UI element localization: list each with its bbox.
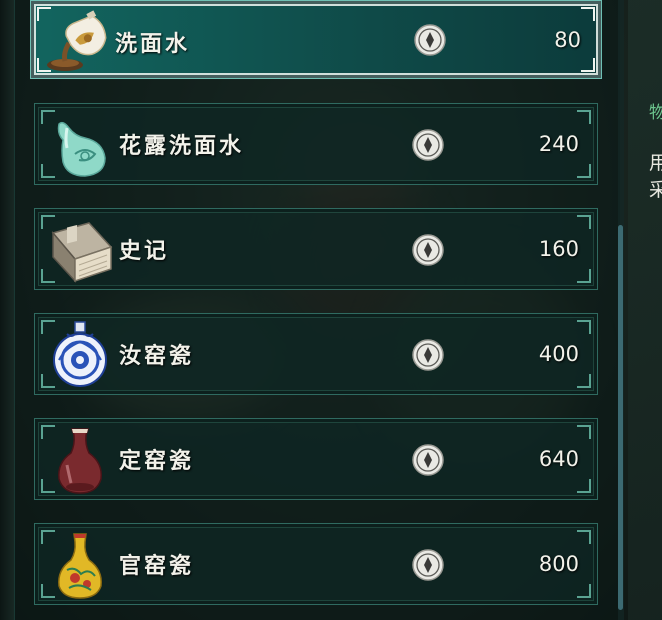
detail-text-line-1: 用 (649, 152, 662, 174)
item-price: 160 (538, 237, 579, 261)
frame-corner (577, 479, 591, 493)
frame-corner (577, 215, 591, 229)
frame-corner (577, 110, 591, 124)
blue-white-flask-icon (53, 321, 107, 387)
item-price: 640 (538, 447, 579, 471)
detail-text-line-2: 采 (649, 179, 662, 201)
scrollbar-thumb[interactable] (618, 225, 623, 610)
shop-item-selected[interactable]: 洗面水 80 (30, 0, 602, 79)
copper-coin-icon (412, 549, 444, 581)
copper-coin-icon (412, 444, 444, 476)
red-vase-icon (58, 428, 102, 494)
item-price: 240 (538, 132, 579, 156)
item-name: 史记 (119, 239, 170, 264)
detail-label: 物 (649, 103, 662, 123)
wash-water-pitcher-icon (47, 10, 107, 71)
frame-corner (577, 425, 591, 439)
copper-coin-icon (412, 339, 444, 371)
item-price: 400 (538, 342, 579, 366)
shop-item[interactable]: 定窑瓷 640 (34, 418, 598, 500)
shop-item[interactable]: 史记 160 (34, 208, 598, 290)
item-name: 花露洗面水 (119, 134, 245, 159)
frame-corner (577, 164, 591, 178)
yellow-vase-icon (58, 533, 102, 599)
window-left-edge (0, 0, 15, 620)
item-name: 洗面水 (115, 32, 191, 57)
book-icon (51, 222, 113, 283)
frame-corner (577, 530, 591, 544)
shop-item[interactable]: 汝窑瓷 400 (34, 313, 598, 395)
item-name: 官窑瓷 (119, 554, 195, 579)
copper-coin-icon (412, 234, 444, 266)
frame-corner (577, 320, 591, 334)
copper-coin-icon (412, 129, 444, 161)
frame-corner (577, 269, 591, 283)
detail-panel (628, 0, 662, 620)
frame-corner (577, 584, 591, 598)
item-price: 80 (554, 28, 581, 52)
frame-corner (581, 7, 595, 21)
frame-corner (577, 374, 591, 388)
copper-coin-icon (414, 24, 446, 56)
item-name: 定窑瓷 (119, 449, 195, 474)
item-price: 800 (538, 552, 579, 576)
frame-corner (581, 58, 595, 72)
item-name: 汝窑瓷 (119, 344, 195, 369)
celadon-vase-icon (57, 121, 106, 177)
shop-item[interactable]: 官窑瓷 800 (34, 523, 598, 605)
shop-item[interactable]: 花露洗面水 240 (34, 103, 598, 185)
